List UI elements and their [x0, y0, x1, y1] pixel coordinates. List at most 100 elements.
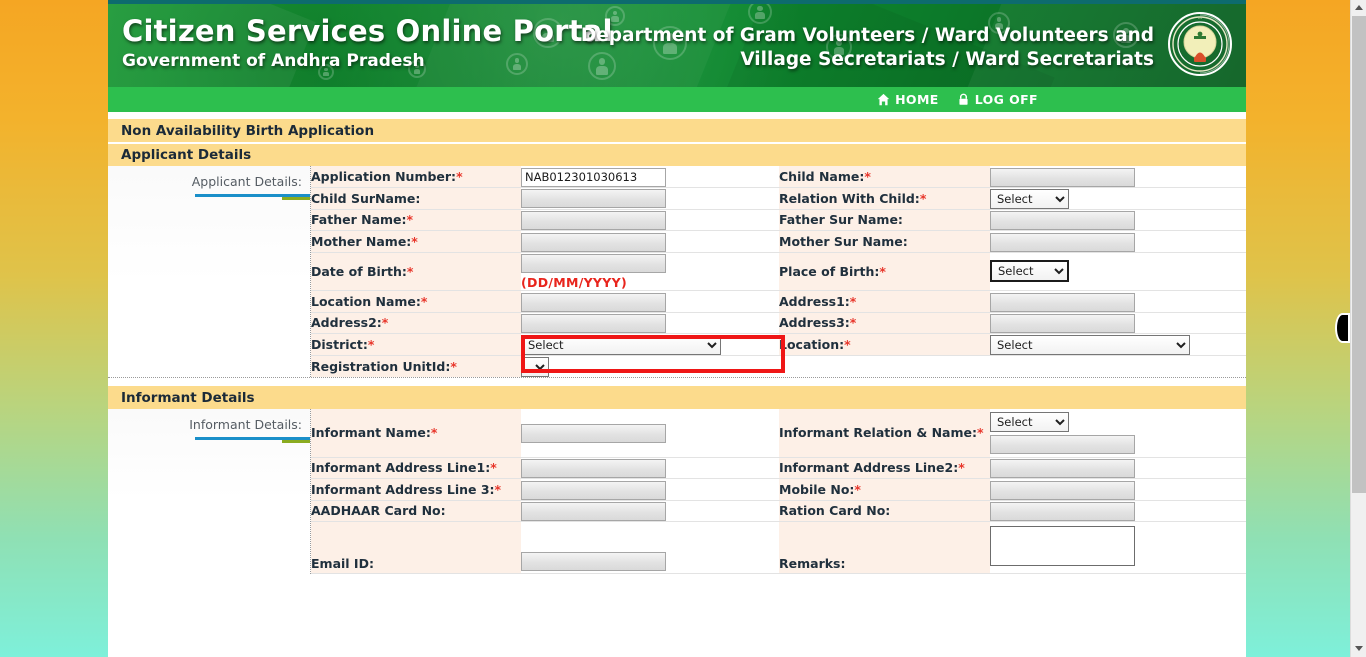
nav-home-label: HOME: [895, 92, 939, 107]
label-text: Child Name:: [779, 168, 865, 184]
ration-card-no-input[interactable]: [990, 502, 1135, 521]
portal-title: Citizen Services Online Portal: [122, 14, 613, 48]
aadhaar-card-no-input[interactable]: [521, 502, 666, 521]
location-select[interactable]: Select: [990, 335, 1190, 355]
label-mother-name: Mother Name:*: [311, 230, 521, 253]
father-name-input[interactable]: [521, 211, 666, 230]
mother-name-input[interactable]: [521, 232, 666, 252]
label-informant-address2: Informant Address Line2:*: [779, 457, 990, 479]
applicant-section-divider: [108, 377, 1246, 385]
application-number-input[interactable]: [521, 167, 666, 187]
required-asterisk: *: [450, 359, 457, 374]
required-asterisk: *: [490, 460, 497, 476]
informant-address-line1-input[interactable]: [521, 459, 666, 478]
required-asterisk: *: [849, 293, 857, 309]
scrollbar-up-button[interactable]: [1351, 0, 1366, 16]
applicant-aside: Applicant Details:: [108, 166, 311, 377]
scrollbar-thumb[interactable]: [1352, 16, 1366, 493]
label-child-surname: Child SurName:: [311, 187, 521, 210]
required-asterisk: *: [494, 481, 502, 497]
applicant-aside-label: Applicant Details:: [191, 174, 302, 189]
label-text: Informant Name:: [311, 425, 431, 441]
nav-logoff-label: LOG OFF: [974, 92, 1038, 107]
informant-address-line3-input[interactable]: [521, 480, 666, 500]
informant-aside-label: Informant Details:: [189, 417, 302, 432]
district-select[interactable]: Select: [521, 335, 721, 355]
child-name-input[interactable]: [990, 167, 1135, 187]
required-asterisk: *: [849, 315, 857, 331]
informant-details-panel: Informant Details: Informant Name:* Info…: [108, 409, 1246, 574]
informant-form-table: Informant Name:* Informant Relation & Na…: [311, 409, 1246, 574]
nav-home-link[interactable]: HOME: [877, 92, 939, 107]
table-row: District:* Select Location:* Select: [311, 333, 1246, 356]
informant-name-input[interactable]: [521, 424, 666, 443]
father-surname-input[interactable]: [990, 211, 1135, 230]
form-title-bar: Non Availability Birth Application: [108, 118, 1246, 142]
address3-input[interactable]: [990, 314, 1135, 333]
remarks-textarea[interactable]: [990, 526, 1135, 566]
address1-input[interactable]: [990, 292, 1135, 312]
required-asterisk: *: [958, 460, 965, 476]
table-row: Informant Address Line1:* Informant Addr…: [311, 457, 1246, 479]
label-text: Registration UnitId:: [311, 359, 451, 374]
mother-surname-input[interactable]: [990, 232, 1135, 252]
mobile-no-input[interactable]: [990, 480, 1135, 500]
aside-accent-bar-olive: [282, 197, 310, 200]
cell-empty-right: [990, 355, 1246, 377]
cell-child-surname: [521, 187, 779, 210]
relation-with-child-select[interactable]: Select: [990, 188, 1069, 209]
label-text: Location:: [779, 337, 845, 352]
table-row: Child SurName: Relation With Child:* Sel…: [311, 187, 1246, 210]
required-asterisk: *: [430, 425, 438, 441]
label-text: Mobile No:: [779, 481, 855, 497]
place-of-birth-select[interactable]: Select: [990, 260, 1069, 283]
label-aadhaar-card-no: AADHAAR Card No:: [311, 500, 521, 522]
label-date-of-birth: Date of Birth:*: [311, 252, 521, 291]
table-row: Mother Name:* Mother Sur Name:: [311, 230, 1246, 253]
informant-section-title: Informant Details: [121, 389, 255, 406]
informant-relation-select[interactable]: Select: [990, 412, 1069, 433]
table-row: Father Name:* Father Sur Name:: [311, 209, 1246, 231]
informant-details-section-header: Informant Details: [108, 385, 1246, 409]
cell-mobile-no: [990, 478, 1246, 501]
email-id-input[interactable]: [521, 552, 666, 571]
portal-page: Citizen Services Online Portal Governmen…: [108, 4, 1246, 657]
cell-informant-address2: [990, 457, 1246, 479]
cell-location: Select: [990, 333, 1246, 356]
cell-aadhaar-card-no: [521, 500, 779, 522]
required-asterisk: *: [844, 337, 851, 352]
informant-address-line2-input[interactable]: [990, 459, 1135, 478]
scrollbar-down-button[interactable]: [1351, 641, 1366, 657]
date-of-birth-input[interactable]: [521, 254, 666, 273]
chevron-down-icon: [1355, 646, 1363, 651]
informant-relation-name-input[interactable]: [990, 435, 1135, 455]
table-row: Informant Name:* Informant Relation & Na…: [311, 409, 1246, 458]
page-scrollbar[interactable]: [1350, 0, 1366, 657]
required-asterisk: *: [879, 263, 886, 279]
label-text: Child SurName:: [311, 190, 421, 206]
label-text: Location Name:: [311, 293, 421, 309]
label-address3: Address3:*: [779, 312, 990, 334]
applicant-details-panel: Applicant Details: Application Number:*: [108, 166, 1246, 377]
label-address2: Address2:*: [311, 312, 521, 334]
label-ration-card-no: Ration Card No:: [779, 500, 990, 522]
label-informant-name: Informant Name:*: [311, 409, 521, 458]
main-navigation-bar: HOME LOG OFF: [108, 87, 1246, 112]
nav-logoff-link[interactable]: LOG OFF: [957, 92, 1038, 107]
applicant-details-section-header: Applicant Details: [108, 142, 1246, 166]
table-row: Location Name:* Address1:*: [311, 290, 1246, 313]
required-asterisk: *: [411, 233, 418, 249]
table-row: Registration UnitId:*: [311, 355, 1246, 377]
cell-informant-address3: [521, 478, 779, 501]
label-text: Informant Address Line 3:: [311, 481, 495, 497]
registration-unitid-select[interactable]: [521, 357, 549, 377]
required-asterisk: *: [854, 481, 861, 497]
child-surname-input[interactable]: [521, 189, 666, 209]
cell-informant-address1: [521, 457, 779, 479]
required-asterisk: *: [381, 315, 389, 331]
label-text: Remarks:: [779, 556, 846, 571]
address2-input[interactable]: [521, 314, 666, 333]
cell-address2: [521, 312, 779, 334]
date-format-hint: (DD/MM/YYYY): [521, 275, 627, 290]
location-name-input[interactable]: [521, 292, 666, 312]
